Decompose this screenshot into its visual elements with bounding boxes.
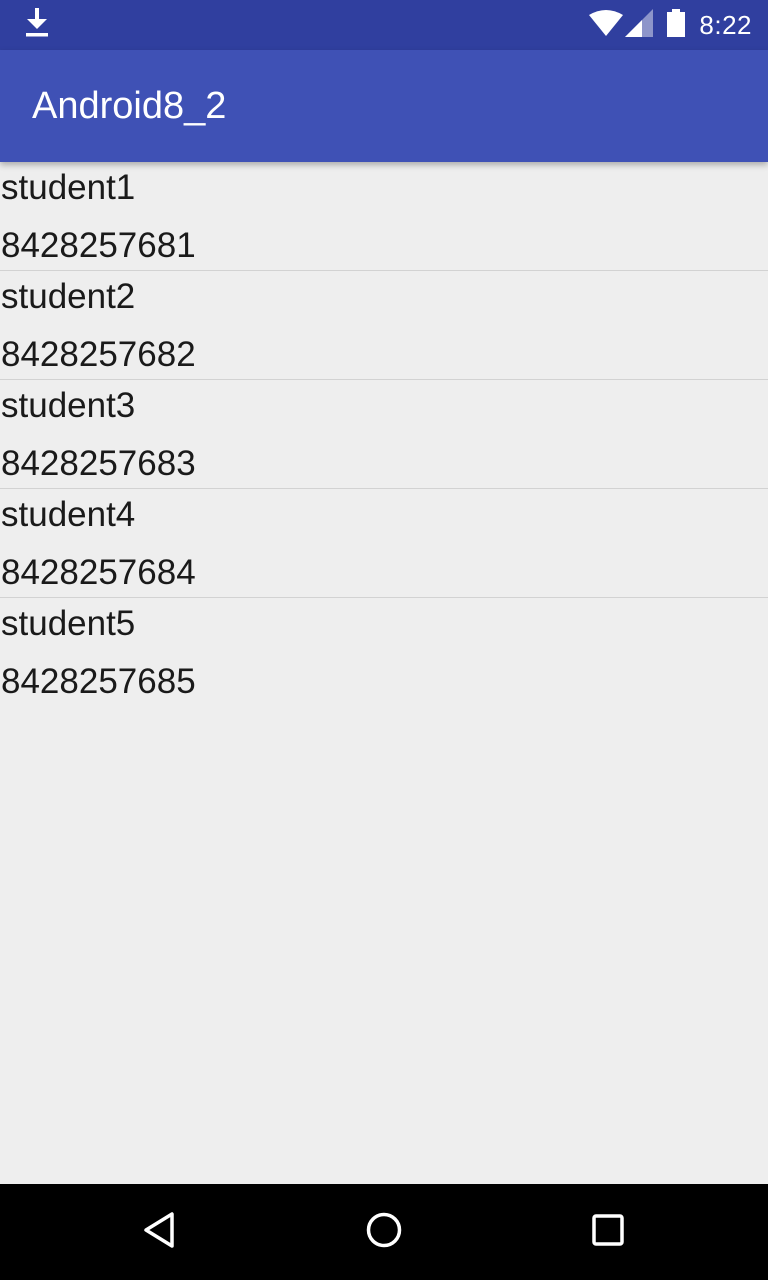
status-bar: 8:22 <box>0 0 768 50</box>
student-name: student2 <box>1 277 136 316</box>
wifi-icon <box>589 9 624 41</box>
student-list: student1 8428257681 student2 8428257682 … <box>0 162 768 707</box>
list-item[interactable]: student4 8428257684 <box>0 489 768 598</box>
home-button[interactable] <box>354 1202 414 1262</box>
app-title: Android8_2 <box>32 85 227 127</box>
list-item[interactable]: student3 8428257683 <box>0 380 768 489</box>
student-name: student5 <box>1 604 136 643</box>
screen: 8:22 Android8_2 student1 8428257681 stud… <box>0 0 768 1280</box>
cell-signal-icon <box>625 8 654 42</box>
list-item[interactable]: student2 8428257682 <box>0 271 768 380</box>
status-time: 8:22 <box>699 9 752 40</box>
back-button[interactable] <box>130 1202 190 1262</box>
student-phone: 8428257682 <box>1 335 196 374</box>
student-phone: 8428257684 <box>1 553 196 592</box>
battery-icon <box>667 8 686 42</box>
back-icon <box>140 1210 180 1255</box>
student-name: student3 <box>1 386 136 425</box>
student-phone: 8428257685 <box>1 662 196 701</box>
student-name: student1 <box>1 168 136 207</box>
nav-bar <box>0 1184 768 1280</box>
recents-button[interactable] <box>578 1202 638 1262</box>
list-item[interactable]: student5 8428257685 <box>0 598 768 707</box>
student-name: student4 <box>1 495 136 534</box>
home-icon <box>364 1210 404 1255</box>
list-item[interactable]: student1 8428257681 <box>0 162 768 271</box>
download-icon <box>24 7 50 43</box>
app-bar: Android8_2 <box>0 50 768 162</box>
student-phone: 8428257681 <box>1 226 196 265</box>
recents-icon <box>588 1210 628 1255</box>
student-phone: 8428257683 <box>1 444 196 483</box>
